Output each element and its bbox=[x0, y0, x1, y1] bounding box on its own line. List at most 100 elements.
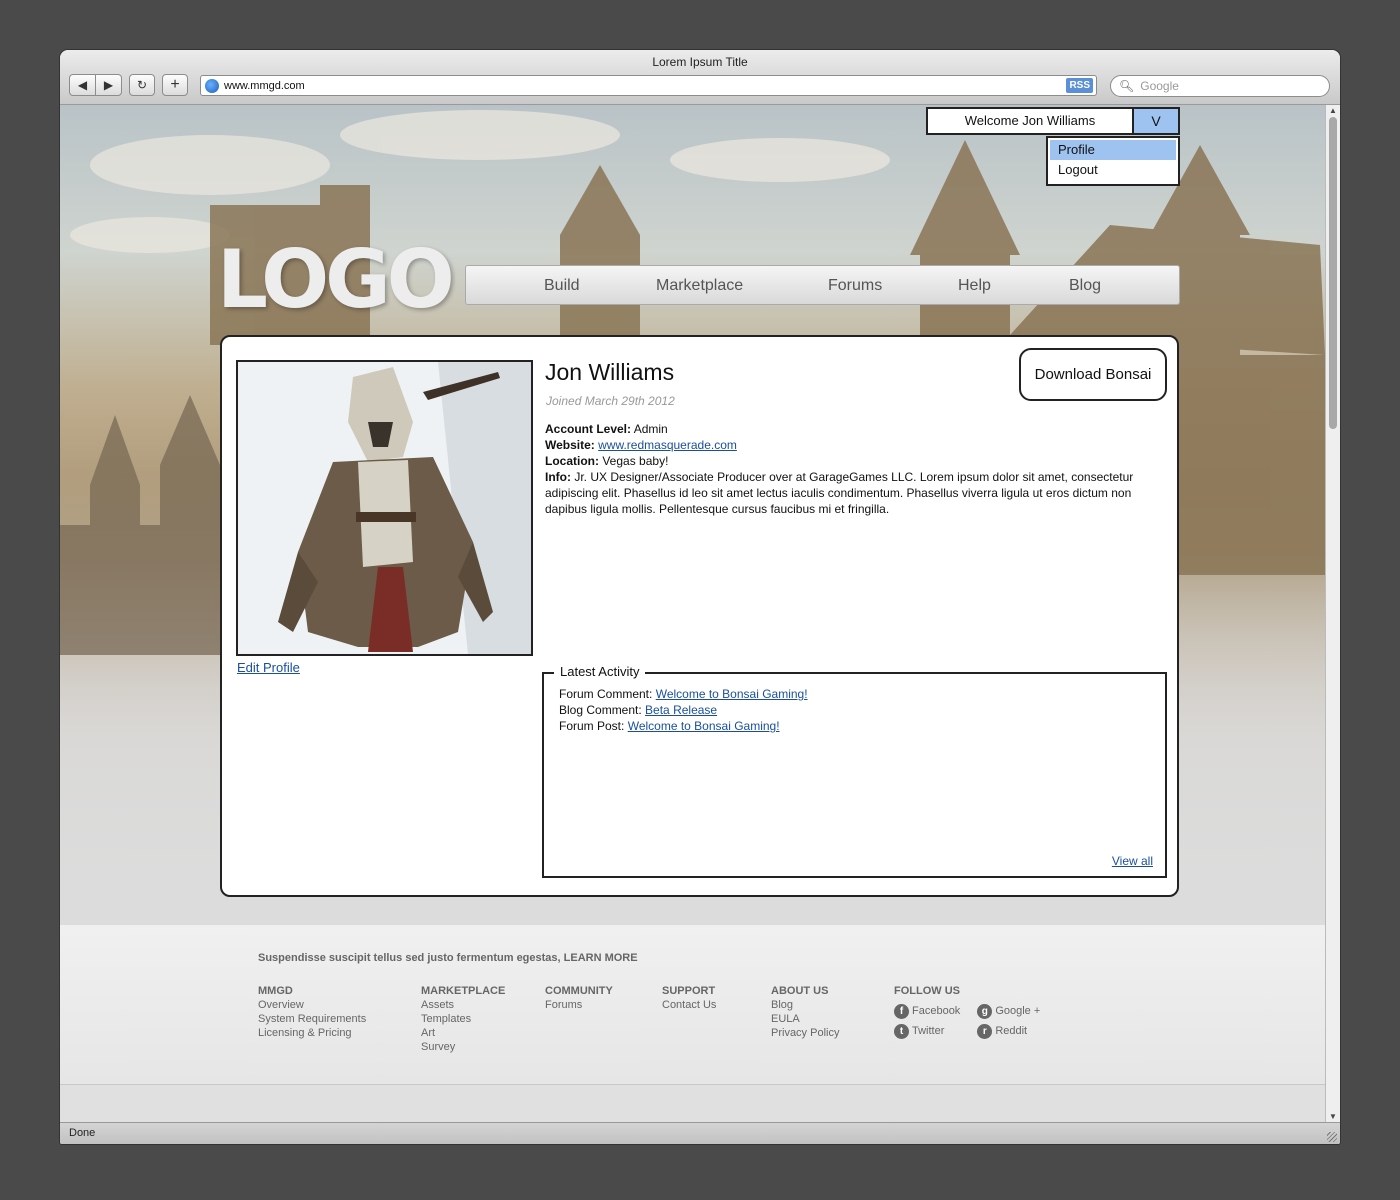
facebook-link[interactable]: f Facebook bbox=[894, 1001, 960, 1021]
activity-item: Forum Comment: Welcome to Bonsai Gaming! bbox=[559, 686, 808, 702]
activity-item: Forum Post: Welcome to Bonsai Gaming! bbox=[559, 718, 808, 734]
footer-link[interactable]: System Requirements bbox=[258, 1012, 366, 1026]
footer-heading: COMMUNITY bbox=[545, 985, 613, 997]
scroll-down-arrow[interactable]: ▼ bbox=[1326, 1112, 1340, 1121]
url-text: www.mmgd.com bbox=[224, 79, 305, 92]
footer-heading: ABOUT US bbox=[771, 985, 829, 997]
footer-col-support: SUPPORT Contact Us bbox=[662, 984, 716, 1012]
browser-titlebar: Lorem Ipsum Title ◀ ▶ ↻ + www.mmgd.com R… bbox=[60, 50, 1340, 105]
info-value: Jr. UX Designer/Associate Producer over … bbox=[545, 470, 1134, 516]
twitter-label: Twitter bbox=[912, 1025, 945, 1037]
activity-list: Forum Comment: Welcome to Bonsai Gaming!… bbox=[559, 686, 808, 734]
activity-type: Forum Comment: bbox=[559, 687, 653, 701]
footer-col-follow: FOLLOW US f Facebook t Twitter g Google … bbox=[894, 984, 1040, 1041]
footer-heading: MMGD bbox=[258, 985, 293, 997]
google-plus-link[interactable]: g Google + bbox=[977, 1001, 1040, 1021]
footer-link[interactable]: Licensing & Pricing bbox=[258, 1026, 366, 1040]
nav-blog[interactable]: Blog bbox=[1069, 266, 1101, 306]
activity-link[interactable]: Welcome to Bonsai Gaming! bbox=[656, 687, 808, 701]
twitter-link[interactable]: t Twitter bbox=[894, 1021, 960, 1041]
new-tab-button[interactable]: + bbox=[162, 74, 188, 96]
hero-background: LOGO Build Marketplace Forums Help Blog … bbox=[60, 105, 1325, 925]
activity-type: Blog Comment: bbox=[559, 703, 642, 717]
search-input[interactable]: 🔍︎ Google bbox=[1110, 75, 1330, 97]
footer-link[interactable]: Blog bbox=[771, 998, 839, 1012]
google-plus-label: Google + bbox=[995, 1005, 1041, 1017]
footer-col-mmgd: MMGD Overview System Requirements Licens… bbox=[258, 984, 366, 1040]
avatar-figure bbox=[238, 362, 531, 654]
site-logo[interactable]: LOGO bbox=[217, 233, 455, 326]
location-value: Vegas baby! bbox=[602, 454, 669, 468]
reddit-link[interactable]: r Reddit bbox=[977, 1021, 1040, 1041]
view-all-link[interactable]: View all bbox=[1112, 854, 1153, 868]
facebook-label: Facebook bbox=[912, 1005, 961, 1017]
footer-col-community: COMMUNITY Forums bbox=[545, 984, 613, 1012]
status-bar: Done bbox=[60, 1122, 1340, 1144]
scroll-up-arrow[interactable]: ▲ bbox=[1326, 106, 1340, 115]
address-bar[interactable]: www.mmgd.com RSS bbox=[200, 75, 1097, 96]
nav-marketplace[interactable]: Marketplace bbox=[656, 266, 743, 306]
download-button[interactable]: Download Bonsai bbox=[1019, 348, 1167, 401]
status-text: Done bbox=[69, 1127, 96, 1139]
footer-link[interactable]: Forums bbox=[545, 998, 613, 1012]
activity-type: Forum Post: bbox=[559, 719, 625, 733]
footer-tagline[interactable]: Suspendisse suscipit tellus sed justo fe… bbox=[258, 952, 638, 964]
browser-window: Lorem Ipsum Title ◀ ▶ ↻ + www.mmgd.com R… bbox=[60, 50, 1340, 1144]
user-menu: Welcome Jon Williams V bbox=[926, 107, 1180, 135]
info-label: Info: bbox=[545, 470, 571, 484]
activity-link[interactable]: Welcome to Bonsai Gaming! bbox=[628, 719, 780, 733]
profile-avatar bbox=[236, 360, 533, 656]
activity-legend: Latest Activity bbox=[554, 664, 646, 679]
activity-link[interactable]: Beta Release bbox=[645, 703, 717, 717]
user-menu-toggle[interactable]: V bbox=[1134, 109, 1178, 133]
footer-bottom-bar bbox=[60, 1085, 1325, 1122]
rss-button[interactable]: RSS bbox=[1066, 78, 1093, 93]
forward-button[interactable]: ▶ bbox=[95, 75, 121, 95]
footer-link[interactable]: Survey bbox=[421, 1040, 505, 1054]
profile-details: Account Level: Admin Website: www.redmas… bbox=[545, 421, 1145, 517]
footer-heading: FOLLOW US bbox=[894, 985, 960, 997]
history-nav: ◀ ▶ bbox=[69, 74, 122, 96]
nav-build[interactable]: Build bbox=[544, 266, 580, 306]
welcome-text: Welcome Jon Williams bbox=[928, 109, 1134, 133]
facebook-icon: f bbox=[894, 1003, 909, 1019]
account-level-row: Account Level: Admin bbox=[545, 421, 1145, 437]
location-row: Location: Vegas baby! bbox=[545, 453, 1145, 469]
menu-item-profile[interactable]: Profile bbox=[1050, 140, 1176, 160]
account-level-value: Admin bbox=[633, 422, 668, 436]
footer-link[interactable]: Templates bbox=[421, 1012, 505, 1026]
footer-link[interactable]: Assets bbox=[421, 998, 505, 1012]
resize-grip[interactable] bbox=[1327, 1132, 1337, 1142]
account-level-label: Account Level: bbox=[545, 422, 632, 436]
user-dropdown: Profile Logout bbox=[1046, 136, 1180, 186]
reload-button[interactable]: ↻ bbox=[129, 74, 155, 96]
search-icon: 🔍︎ bbox=[1119, 79, 1135, 93]
edit-profile-link[interactable]: Edit Profile bbox=[237, 660, 300, 675]
footer-link[interactable]: Contact Us bbox=[662, 998, 716, 1012]
footer-col-about: ABOUT US Blog EULA Privacy Policy bbox=[771, 984, 839, 1040]
footer-link[interactable]: Overview bbox=[258, 998, 366, 1012]
nav-help[interactable]: Help bbox=[958, 266, 991, 306]
globe-icon bbox=[205, 78, 219, 93]
info-row: Info: Jr. UX Designer/Associate Producer… bbox=[545, 469, 1145, 517]
reddit-icon: r bbox=[977, 1023, 993, 1039]
nav-forums[interactable]: Forums bbox=[828, 266, 882, 306]
footer-link[interactable]: Privacy Policy bbox=[771, 1026, 839, 1040]
profile-card: Edit Profile Jon Williams Joined March 2… bbox=[220, 335, 1179, 897]
website-link[interactable]: www.redmasquerade.com bbox=[598, 438, 737, 452]
joined-date: Joined March 29th 2012 bbox=[546, 394, 675, 408]
footer-heading: SUPPORT bbox=[662, 985, 716, 997]
latest-activity-panel: Latest Activity Forum Comment: Welcome t… bbox=[542, 664, 1167, 878]
footer-link[interactable]: Art bbox=[421, 1026, 505, 1040]
reddit-label: Reddit bbox=[995, 1025, 1028, 1037]
page-viewport: LOGO Build Marketplace Forums Help Blog … bbox=[60, 105, 1325, 1122]
profile-name: Jon Williams bbox=[545, 359, 675, 385]
footer-link[interactable]: EULA bbox=[771, 1012, 839, 1026]
activity-item: Blog Comment: Beta Release bbox=[559, 702, 808, 718]
back-button[interactable]: ◀ bbox=[70, 75, 95, 95]
window-title: Lorem Ipsum Title bbox=[652, 55, 748, 69]
menu-item-logout[interactable]: Logout bbox=[1050, 160, 1176, 180]
scroll-thumb[interactable] bbox=[1329, 117, 1337, 429]
vertical-scrollbar[interactable]: ▲ ▼ bbox=[1325, 105, 1340, 1122]
search-placeholder: Google bbox=[1140, 79, 1179, 93]
